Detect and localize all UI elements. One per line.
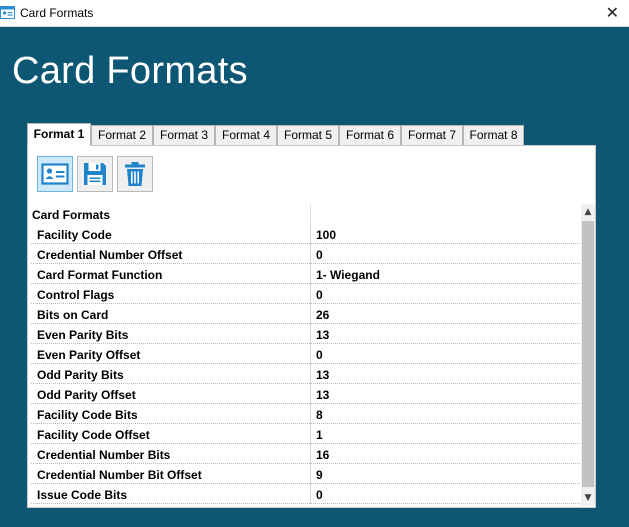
property-value[interactable]: 26: [316, 308, 329, 322]
property-name: Credential Number Offset: [37, 248, 183, 262]
property-name: Credential Number Bits: [37, 448, 171, 462]
property-row[interactable]: Credential Number Offset 0: [31, 244, 580, 264]
property-name: Facility Code Offset: [37, 428, 150, 442]
property-name: Credential Number Bit Offset: [37, 468, 202, 482]
tab-format-6[interactable]: Format 6: [339, 125, 401, 145]
tab-format-4[interactable]: Format 4: [215, 125, 277, 145]
property-value[interactable]: 0: [316, 248, 323, 262]
property-name: Even Parity Bits: [37, 328, 129, 342]
property-value[interactable]: 9: [316, 468, 323, 482]
vertical-scrollbar[interactable]: ▲ ▼: [581, 204, 595, 506]
app-card-icon: [0, 6, 15, 19]
property-row[interactable]: Credential Number Bit Offset 9: [31, 464, 580, 484]
property-row[interactable]: Even Parity Offset 0: [31, 344, 580, 364]
delete-icon: [125, 162, 145, 186]
card-icon: [41, 163, 69, 185]
property-row[interactable]: Card Format Function 1- Wiegand: [31, 264, 580, 284]
window-titlebar: Card Formats ✕: [0, 0, 629, 27]
property-value[interactable]: 13: [316, 368, 329, 382]
property-value[interactable]: 1- Wiegand: [316, 268, 380, 282]
tab-format-8[interactable]: Format 8: [463, 125, 524, 145]
property-name: Bits on Card: [37, 308, 109, 322]
property-name: Odd Parity Bits: [37, 368, 124, 382]
scrollbar-thumb[interactable]: [582, 221, 594, 487]
property-row[interactable]: Issue Code Bits 0: [31, 484, 580, 504]
property-name: Facility Code Bits: [37, 408, 138, 422]
property-name: Control Flags: [37, 288, 115, 302]
property-row[interactable]: Even Parity Bits 13: [31, 324, 580, 344]
property-name: Even Parity Offset: [37, 348, 141, 362]
delete-button[interactable]: [117, 156, 153, 192]
property-value[interactable]: 0: [316, 288, 323, 302]
property-row[interactable]: Control Flags 0: [31, 284, 580, 304]
property-value[interactable]: 1: [316, 428, 323, 442]
property-value[interactable]: 13: [316, 328, 329, 342]
tab-format-3[interactable]: Format 3: [153, 125, 215, 145]
property-value[interactable]: 16: [316, 448, 329, 462]
property-value[interactable]: 0: [316, 488, 323, 502]
property-name: Issue Code Bits: [37, 488, 128, 502]
property-value[interactable]: 100: [316, 228, 336, 242]
property-row[interactable]: Facility Code 100: [31, 224, 580, 244]
property-name: Facility Code: [37, 228, 112, 242]
tab-format-2[interactable]: Format 2: [91, 125, 153, 145]
scroll-up-icon[interactable]: ▲: [583, 206, 593, 218]
property-row[interactable]: Credential Number Bits 16: [31, 444, 580, 464]
property-row[interactable]: Odd Parity Offset 13: [31, 384, 580, 404]
property-name: Card Format Function: [37, 268, 163, 282]
property-value[interactable]: 13: [316, 388, 329, 402]
save-icon: [84, 163, 106, 185]
card-format-button[interactable]: [37, 156, 73, 192]
page-title: Card Formats: [12, 50, 248, 92]
format-panel: Card Formats Facility Code 100 Credential …: [27, 145, 596, 508]
property-value[interactable]: 0: [316, 348, 323, 362]
scroll-down-icon[interactable]: ▼: [583, 492, 593, 504]
property-row[interactable]: Facility Code Bits 8: [31, 404, 580, 424]
close-icon[interactable]: ✕: [606, 3, 619, 22]
property-row[interactable]: Facility Code Offset 1: [31, 424, 580, 444]
save-button[interactable]: [77, 156, 113, 192]
property-row[interactable]: Bits on Card 26: [31, 304, 580, 324]
property-row[interactable]: Odd Parity Bits 13: [31, 364, 580, 384]
category-label: Card Formats: [32, 208, 111, 222]
property-grid: Card Formats Facility Code 100 Credential …: [31, 204, 580, 505]
property-name: Odd Parity Offset: [37, 388, 136, 402]
property-value[interactable]: 8: [316, 408, 323, 422]
category-header: Card Formats: [31, 204, 580, 224]
window-title: Card Formats: [20, 6, 94, 20]
tab-format-1[interactable]: Format 1: [27, 123, 91, 146]
tab-format-7[interactable]: Format 7: [401, 125, 463, 145]
tab-format-5[interactable]: Format 5: [277, 125, 339, 145]
